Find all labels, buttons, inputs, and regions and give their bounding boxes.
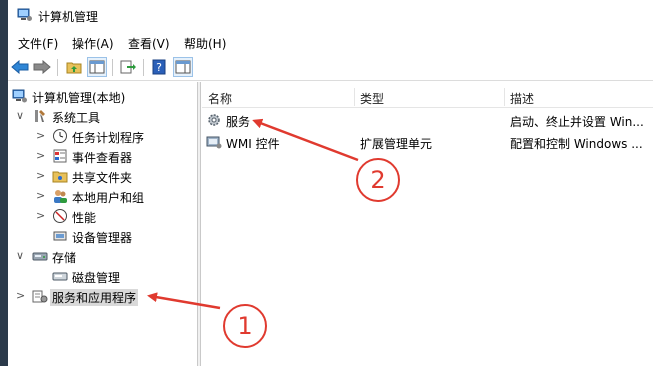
performance-icon xyxy=(53,209,67,223)
tree-item-label: 事件查看器 xyxy=(72,151,133,165)
tree-item-label: 本地用户和组 xyxy=(72,191,145,205)
menu-bar: 文件(F) 操作(A) 查看(V) 帮助(H) xyxy=(8,32,653,54)
gear-icon xyxy=(208,114,220,126)
toolbar-separator xyxy=(112,59,113,76)
tree-item-label: 共享文件夹 xyxy=(72,171,133,185)
tree-item-device-manager[interactable]: 设备管理器 xyxy=(8,226,198,246)
column-header-description[interactable]: 描述 xyxy=(510,90,534,107)
back-arrow-icon[interactable] xyxy=(10,57,30,77)
help-icon[interactable]: ? xyxy=(149,57,169,77)
tree-item-task-scheduler[interactable]: > 任务计划程序 xyxy=(8,126,198,146)
storage-icon xyxy=(32,252,48,261)
menu-action[interactable]: 操作(A) xyxy=(70,35,116,52)
computer-management-window: 计算机管理 文件(F) 操作(A) 查看(V) 帮助(H) ? 计算机管理(本地… xyxy=(8,0,653,366)
expander-icon[interactable]: ∨ xyxy=(16,109,24,122)
expander-icon[interactable]: > xyxy=(36,129,45,142)
annotation-badge-1: 1 xyxy=(223,304,267,348)
tree-item-shared-folders[interactable]: > 共享文件夹 xyxy=(8,166,198,186)
expander-icon[interactable]: > xyxy=(36,209,45,222)
tree-root[interactable]: 计算机管理(本地) xyxy=(8,86,198,106)
tree-item-label: 存储 xyxy=(52,251,77,265)
show-hide-tree-icon[interactable] xyxy=(87,57,107,77)
tree-item-performance[interactable]: > 性能 xyxy=(8,206,198,226)
shared-folder-icon xyxy=(52,171,68,183)
export-list-icon[interactable] xyxy=(118,57,138,77)
expander-icon[interactable]: > xyxy=(36,149,45,162)
list-row-services[interactable]: 服务 启动、终止并设置 Win... xyxy=(202,110,653,130)
clock-icon xyxy=(53,129,67,143)
up-folder-icon[interactable] xyxy=(64,57,84,77)
system-tools-icon xyxy=(35,110,45,122)
list-cell-type: 扩展管理单元 xyxy=(360,137,433,151)
list-cell-description: 启动、终止并设置 Win... xyxy=(510,115,644,129)
tree-item-label: 任务计划程序 xyxy=(72,131,145,145)
list-cell-name: 服务 xyxy=(226,115,251,129)
tree-root-label: 计算机管理(本地) xyxy=(32,91,126,105)
navigation-tree: 计算机管理(本地) ∨ 系统工具 > 任务计划程序 > 事件查看器 > 共享文件… xyxy=(8,82,198,366)
toolbar-separator xyxy=(57,59,58,76)
tree-item-local-users-groups[interactable]: > 本地用户和组 xyxy=(8,186,198,206)
tree-item-storage[interactable]: ∨ 存储 xyxy=(8,246,198,266)
device-manager-icon xyxy=(53,231,67,241)
column-header-name[interactable]: 名称 xyxy=(208,90,232,107)
column-divider[interactable] xyxy=(354,88,355,106)
svg-text:?: ? xyxy=(156,61,162,74)
tree-item-label: 服务和应用程序 xyxy=(50,289,139,306)
expander-icon[interactable]: ∨ xyxy=(16,249,24,262)
tree-item-label: 设备管理器 xyxy=(72,231,133,245)
disk-icon xyxy=(52,272,68,281)
menu-help[interactable]: 帮助(H) xyxy=(182,35,228,52)
tree-item-services-applications[interactable]: > 服务和应用程序 xyxy=(8,286,198,306)
column-header-type[interactable]: 类型 xyxy=(360,90,384,107)
details-list: 名称 类型 描述 服务 启动、终止并设置 Win... WMI 控件 扩展管理单… xyxy=(202,82,653,366)
list-header: 名称 类型 描述 xyxy=(202,86,653,108)
title-bar: 计算机管理 xyxy=(8,0,653,32)
computer-management-icon xyxy=(12,89,27,103)
computer-management-icon xyxy=(17,8,32,21)
event-viewer-icon xyxy=(53,149,67,163)
list-row-wmi[interactable]: WMI 控件 扩展管理单元 配置和控制 Windows ... xyxy=(202,132,653,152)
menu-file[interactable]: 文件(F) xyxy=(16,35,60,52)
tree-item-label: 性能 xyxy=(72,211,97,225)
menu-view[interactable]: 查看(V) xyxy=(126,35,172,52)
wmi-control-icon xyxy=(206,136,222,149)
window-title: 计算机管理 xyxy=(38,10,99,24)
expander-icon[interactable]: > xyxy=(36,189,45,202)
list-cell-description: 配置和控制 Windows ... xyxy=(510,137,643,151)
expander-icon[interactable]: > xyxy=(36,169,45,182)
annotation-badge-2: 2 xyxy=(356,158,400,202)
tree-item-system-tools[interactable]: ∨ 系统工具 xyxy=(8,106,198,126)
show-action-pane-icon[interactable] xyxy=(173,57,193,77)
tree-item-event-viewer[interactable]: > 事件查看器 xyxy=(8,146,198,166)
column-divider[interactable] xyxy=(504,88,505,106)
tree-item-disk-management[interactable]: 磁盘管理 xyxy=(8,266,198,286)
toolbar: ? xyxy=(8,54,653,81)
list-cell-name: WMI 控件 xyxy=(226,137,280,151)
tree-item-label: 系统工具 xyxy=(52,111,101,125)
forward-arrow-icon[interactable] xyxy=(32,57,52,77)
pane-splitter[interactable] xyxy=(198,82,201,366)
users-icon xyxy=(54,190,67,203)
expander-icon[interactable]: > xyxy=(16,289,25,302)
toolbar-separator xyxy=(143,59,144,76)
services-applications-icon xyxy=(32,290,48,303)
tree-item-label: 磁盘管理 xyxy=(72,271,121,285)
desktop-background-strip xyxy=(0,0,8,366)
